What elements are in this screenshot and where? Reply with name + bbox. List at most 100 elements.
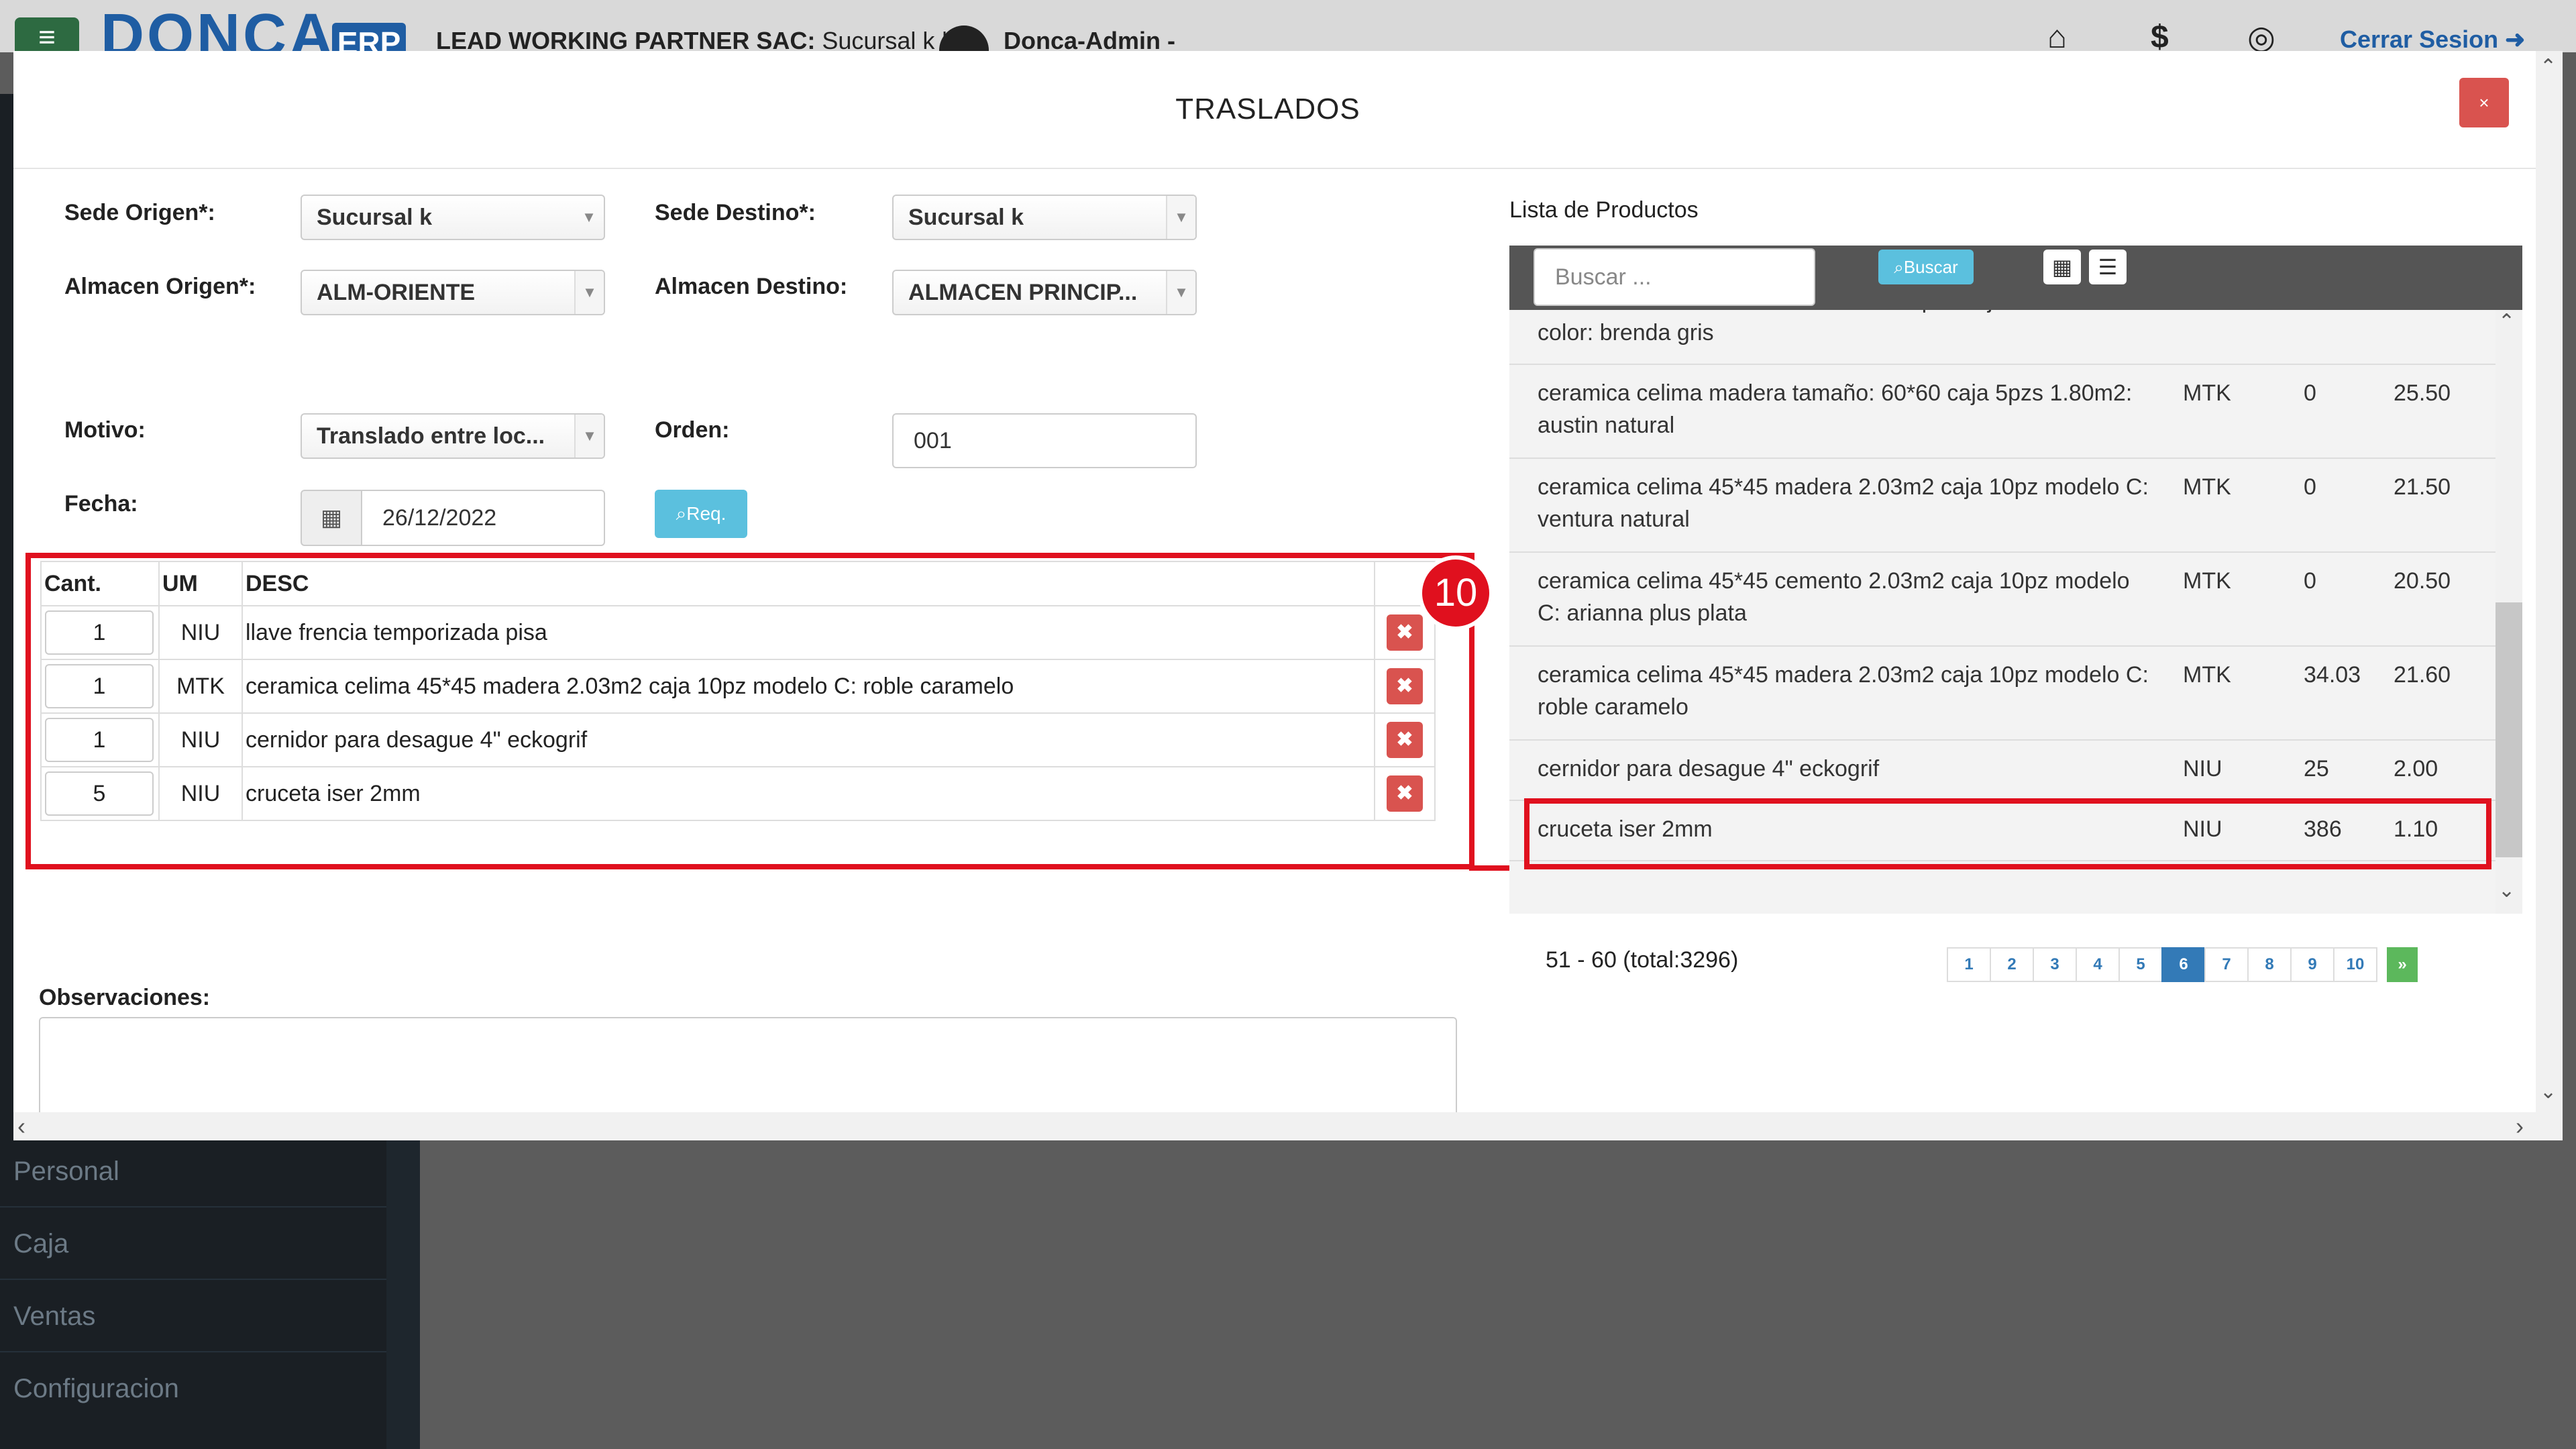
product-stock: 0 (2304, 310, 2316, 317)
list-view-icon[interactable]: ☰ (2089, 250, 2127, 284)
company-label: LEAD WORKING PARTNER SAC: (436, 27, 816, 54)
logout-link[interactable]: Cerrar Sesion ➜ (2340, 25, 2525, 54)
search-icon: ⌕ (676, 503, 687, 524)
list-item[interactable]: ceramica celima 45*45 cemento 2.03m2 caj… (1509, 553, 2496, 647)
list-item[interactable]: cernidor para desague 4" eckogrif NIU 25… (1509, 741, 2496, 801)
product-stock: 0 (2304, 568, 2316, 594)
product-desc: ceramica celima 45*45 madera 2.03m2 caja… (1538, 662, 2149, 720)
product-list-scrollbar[interactable]: ⌃ ⌄ (2496, 310, 2522, 914)
sede-origen-value: Sucursal k (317, 205, 432, 230)
buscar-button[interactable]: ⌕Buscar (1878, 250, 1974, 284)
page-link[interactable]: 10 (2333, 947, 2377, 982)
req-label: Req. (686, 503, 727, 524)
product-desc: ceramica celima 45*45 cemento 2.03m2 caj… (1538, 568, 2130, 626)
observaciones-textarea[interactable] (39, 1017, 1457, 1118)
chevron-right-icon[interactable]: › (2516, 1112, 2524, 1140)
product-price: 20.50 (2394, 568, 2451, 594)
sidebar-item-personal[interactable]: Personal (0, 1135, 386, 1208)
product-stock: 0 (2304, 380, 2316, 406)
branch-label: Sucursal k | (822, 27, 948, 54)
chevron-up-icon[interactable]: ⌃ (2540, 55, 2557, 78)
chevron-up-icon[interactable]: ⌃ (2498, 310, 2515, 333)
page-link[interactable]: 7 (2204, 947, 2249, 982)
product-desc: cernidor para desague 4" eckogrif (1538, 756, 1880, 782)
scrollbar-thumb[interactable] (2496, 602, 2522, 857)
chevron-down-icon[interactable]: ⌄ (2498, 879, 2515, 902)
next-page-button[interactable]: » (2387, 947, 2418, 982)
chevron-down-icon: ▼ (574, 271, 604, 314)
product-stock: 0 (2304, 474, 2316, 500)
sede-destino-select[interactable]: Sucursal k ▼ (892, 195, 1197, 240)
almacen-origen-label: Almacen Origen*: (64, 274, 256, 299)
sidebar-item-caja[interactable]: Caja (0, 1208, 386, 1280)
page-link[interactable]: 1 (1947, 947, 1991, 982)
product-price: 25.50 (2394, 380, 2451, 406)
calendar-icon[interactable]: ▦ (301, 490, 362, 546)
search-icon: ⌕ (1894, 257, 1904, 277)
page-link[interactable]: 4 (2076, 947, 2120, 982)
home-icon[interactable]: ⌂ (2047, 19, 2067, 56)
modal-title: TRASLADOS (1175, 93, 1360, 125)
motivo-select[interactable]: Translado entre loc... ▼ (301, 413, 605, 459)
fecha-input[interactable]: 26/12/2022 (361, 490, 605, 546)
traslados-modal: TRASLADOS × Sede Origen*: Sucursal k ▼ Se… (13, 51, 2563, 1140)
chevron-down-icon: ▼ (1166, 196, 1195, 239)
product-desc: ceramica celima 45*45 madera 2.03m2 caja… (1538, 474, 2149, 532)
chevron-left-icon[interactable]: ‹ (17, 1112, 25, 1140)
logout-label: Cerrar Sesion (2340, 25, 2499, 53)
product-stock: 34.03 (2304, 662, 2361, 688)
product-price: 21.60 (2394, 662, 2451, 688)
almacen-origen-value: ALM-ORIENTE (317, 280, 476, 305)
motivo-value: Translado entre loc... (317, 423, 545, 449)
product-price: 21.50 (2394, 474, 2451, 500)
page-link[interactable]: 9 (2290, 947, 2334, 982)
motivo-label: Motivo: (64, 417, 146, 443)
sidebar-item-configuracion[interactable]: Configuracion (0, 1352, 386, 1425)
pagination-range: 51 - 60 (total:3296) (1546, 947, 1739, 973)
sede-destino-label: Sede Destino*: (655, 200, 816, 225)
page-link[interactable]: 3 (2033, 947, 2077, 982)
req-button[interactable]: ⌕Req. (655, 490, 747, 538)
list-item[interactable]: ceramica celima tamaño: 25*40.0 - 20pzs … (1509, 310, 2496, 365)
sidebar-item-ventas[interactable]: Ventas (0, 1280, 386, 1352)
fecha-label: Fecha: (64, 491, 138, 517)
pagination: 1 2 3 4 5 6 7 8 9 10 » (1947, 947, 2418, 982)
product-um: NIU (2183, 756, 2222, 782)
page-link[interactable]: 2 (1990, 947, 2034, 982)
almacen-destino-label: Almacen Destino: (655, 274, 848, 299)
almacen-origen-select[interactable]: ALM-ORIENTE ▼ (301, 270, 605, 315)
almacen-destino-select[interactable]: ALMACEN PRINCIP... ▼ (892, 270, 1197, 315)
product-desc: ceramica celima madera tamaño: 60*60 caj… (1538, 380, 2133, 438)
buscar-label: Buscar (1903, 257, 1958, 277)
orden-input[interactable]: 001 (892, 413, 1197, 468)
product-um: MTK (2183, 474, 2231, 500)
product-price: 2.00 (2394, 756, 2438, 782)
page-link[interactable]: 8 (2247, 947, 2292, 982)
product-um: MTK (2183, 310, 2231, 317)
product-list-title: Lista de Productos (1509, 197, 1699, 223)
list-item[interactable]: ceramica celima 45*45 madera 2.03m2 caja… (1509, 647, 2496, 741)
product-search-input[interactable]: Buscar ... (1534, 248, 1815, 306)
close-button[interactable]: × (2459, 78, 2509, 127)
dollar-icon[interactable]: $ (2151, 19, 2169, 56)
sede-origen-label: Sede Origen*: (64, 200, 215, 225)
modal-scrollbar[interactable]: ⌃ ⌄ (2536, 51, 2563, 1140)
grid-view-icon[interactable]: ▦ (2043, 250, 2081, 284)
observaciones-label: Observaciones: (39, 985, 211, 1010)
modal-header: TRASLADOS × (13, 51, 2536, 169)
list-item[interactable]: ceramica celima 45*45 madera 2.03m2 caja… (1509, 459, 2496, 553)
sede-origen-select[interactable]: Sucursal k ▼ (301, 195, 605, 240)
product-stock: 25 (2304, 756, 2329, 782)
product-desc: ceramica celima tamaño: 25*40.0 - 20pzs … (1538, 310, 2094, 345)
page-link-active[interactable]: 6 (2161, 947, 2206, 982)
orden-label: Orden: (655, 417, 730, 443)
annotation-highlight-table (25, 553, 1474, 869)
sede-destino-value: Sucursal k (908, 205, 1024, 230)
modal-horizontal-scrollbar[interactable]: ‹ › (13, 1112, 2536, 1140)
annotation-highlight-product (1524, 798, 2491, 869)
chevron-down-icon[interactable]: ⌄ (2540, 1080, 2557, 1104)
product-price: 25.70 (2394, 310, 2451, 317)
list-item[interactable]: ceramica celima madera tamaño: 60*60 caj… (1509, 365, 2496, 459)
app-topbar: ≡ DONCA ERP LEAD WORKING PARTNER SAC: Su… (0, 0, 2576, 75)
page-link[interactable]: 5 (2118, 947, 2163, 982)
